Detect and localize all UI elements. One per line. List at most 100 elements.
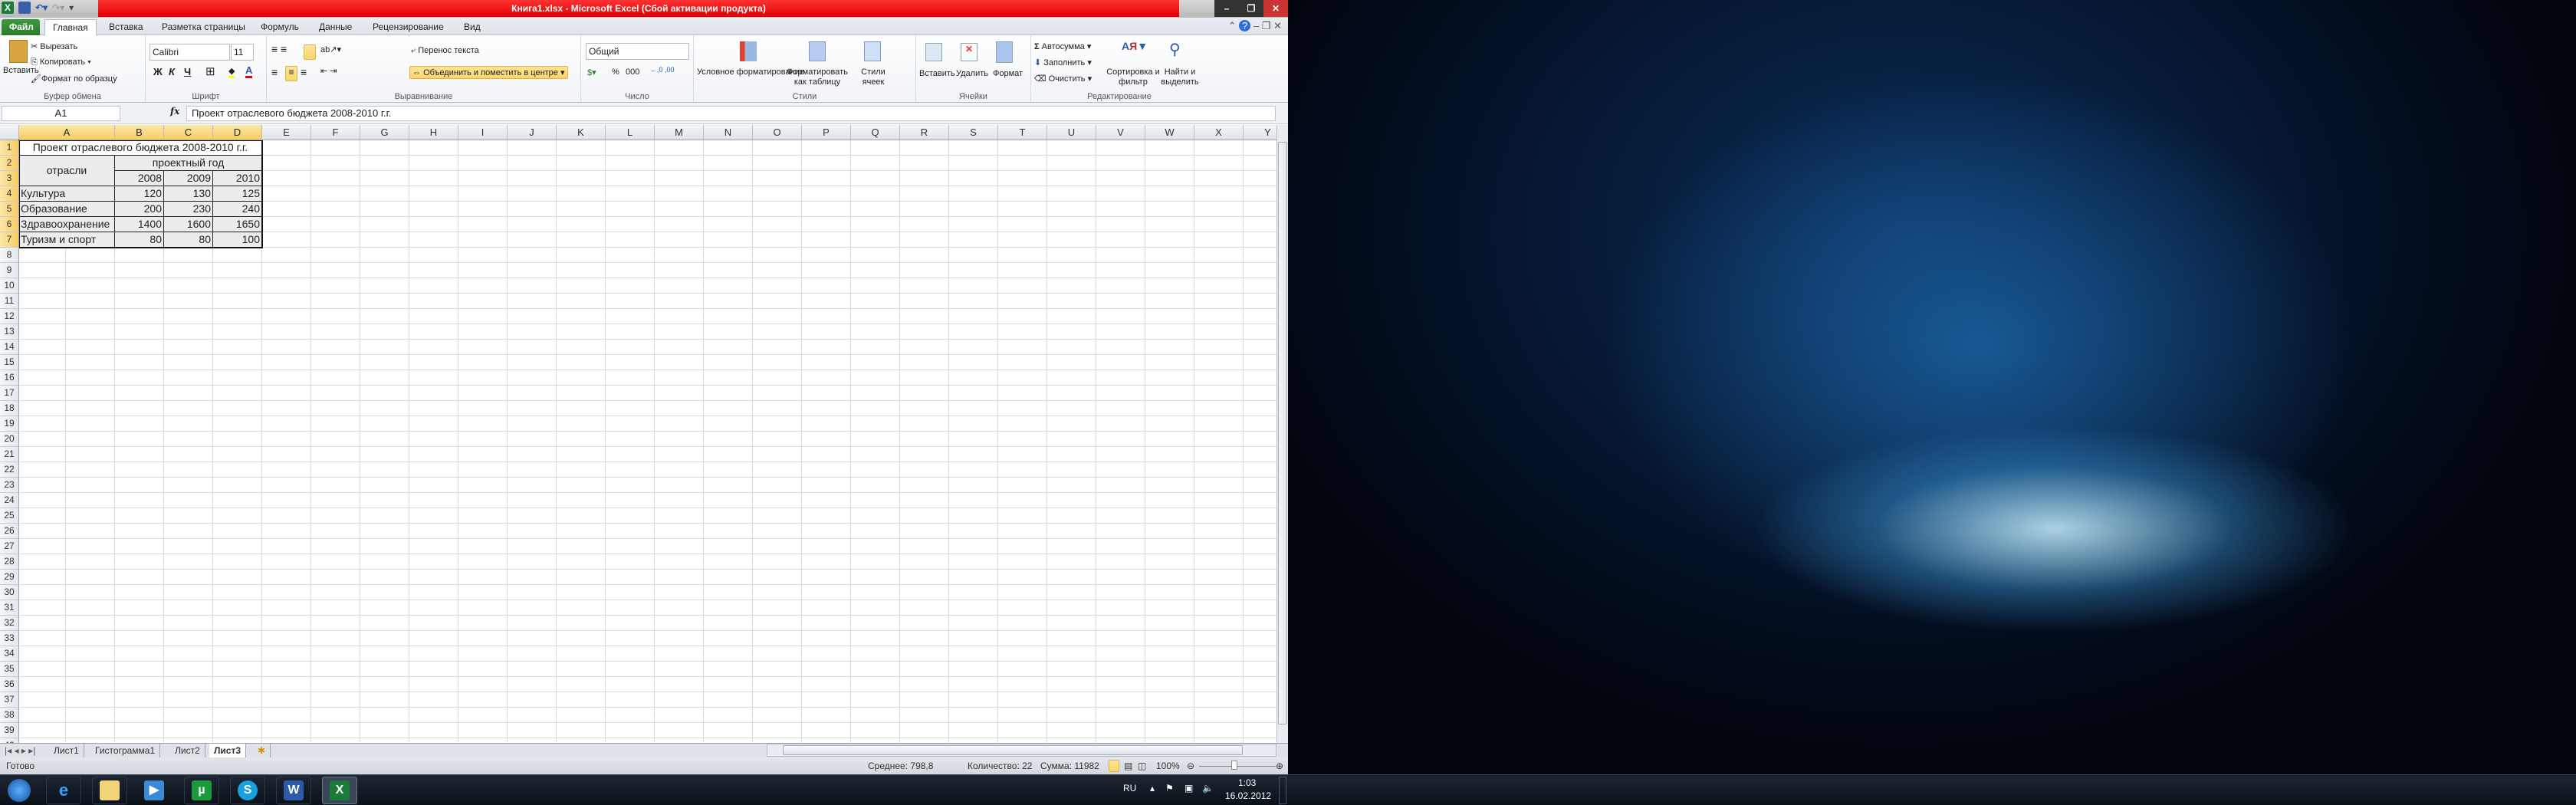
start-button[interactable]	[2, 777, 37, 804]
row-header-31[interactable]: 31	[0, 600, 19, 616]
font-size-select[interactable]: 11	[231, 44, 254, 61]
restore-button[interactable]: ❐	[1239, 0, 1263, 17]
value-cell[interactable]: 240	[213, 202, 262, 217]
column-header-q[interactable]: Q	[851, 125, 900, 140]
zoom-in-button[interactable]: ⊕	[1276, 757, 1283, 774]
column-header-f[interactable]: F	[311, 125, 360, 140]
column-header-r[interactable]: R	[900, 125, 949, 140]
row-header-32[interactable]: 32	[0, 616, 19, 631]
tab-page-layout[interactable]: Разметка страницы	[154, 19, 253, 35]
taskbar-explorer[interactable]	[92, 777, 127, 804]
row-header-13[interactable]: 13	[0, 324, 19, 340]
horizontal-scroll-thumb[interactable]	[783, 745, 1243, 755]
customize-qat-icon[interactable]: ▾	[69, 2, 74, 13]
row-header-4[interactable]: 4	[0, 186, 19, 202]
select-all-corner[interactable]	[0, 125, 19, 140]
year-cell[interactable]: 2008	[115, 171, 164, 186]
format-cells-button[interactable]: Формат	[993, 69, 1023, 78]
branch-name-cell[interactable]: Образование	[19, 202, 115, 217]
taskbar-media-player[interactable]: ▶	[136, 777, 172, 804]
tab-data[interactable]: Данные	[311, 19, 360, 35]
tab-view[interactable]: Вид	[456, 19, 488, 35]
font-color-icon[interactable]: A	[245, 64, 253, 78]
orientation-icon[interactable]: ab↗▾	[320, 44, 341, 54]
row-header-24[interactable]: 24	[0, 493, 19, 508]
show-hidden-icons[interactable]: ▴	[1150, 783, 1155, 794]
row-header-9[interactable]: 9	[0, 263, 19, 278]
row-header-21[interactable]: 21	[0, 447, 19, 462]
taskbar-word[interactable]: W	[276, 777, 311, 804]
percent-button[interactable]: %	[612, 67, 619, 77]
zoom-slider[interactable]	[1199, 766, 1276, 767]
row-header-15[interactable]: 15	[0, 355, 19, 370]
column-header-e[interactable]: E	[262, 125, 311, 140]
thousands-button[interactable]: 000	[626, 67, 639, 77]
taskbar-ie[interactable]: e	[46, 777, 81, 804]
page-layout-view-button[interactable]: ▤	[1124, 757, 1132, 774]
column-header-c[interactable]: C	[164, 125, 213, 140]
zoom-level[interactable]: 100%	[1156, 757, 1180, 774]
value-cell[interactable]: 130	[164, 186, 213, 202]
value-cell[interactable]: 125	[213, 186, 262, 202]
vertical-scroll-thumb[interactable]	[1278, 142, 1287, 724]
row-header-29[interactable]: 29	[0, 570, 19, 585]
row-header-17[interactable]: 17	[0, 386, 19, 401]
row-header-28[interactable]: 28	[0, 554, 19, 570]
row-header-6[interactable]: 6	[0, 217, 19, 232]
header-year-cell[interactable]: проектный год	[115, 156, 262, 171]
normal-view-button[interactable]	[1109, 760, 1119, 772]
value-cell[interactable]: 80	[115, 232, 164, 248]
horizontal-scrollbar[interactable]	[767, 744, 1276, 757]
row-header-11[interactable]: 11	[0, 294, 19, 309]
vertical-scrollbar[interactable]	[1276, 125, 1288, 743]
column-header-b[interactable]: B	[115, 125, 164, 140]
header-branch-cell[interactable]: отрасли	[19, 156, 115, 186]
sheet-tab-list3[interactable]: Лист3	[209, 744, 247, 757]
tab-home[interactable]: Главная	[44, 19, 97, 35]
formula-input[interactable]: Проект отраслевого бюджета 2008-2010 г.г…	[186, 106, 1276, 121]
zoom-out-button[interactable]: ⊖	[1187, 757, 1194, 774]
row-header-20[interactable]: 20	[0, 432, 19, 447]
clock-date[interactable]: 16.02.2012	[1225, 790, 1271, 801]
align-center-icon[interactable]: ≡	[285, 66, 297, 81]
name-box[interactable]: A1	[2, 106, 120, 121]
column-header-u[interactable]: U	[1047, 125, 1096, 140]
column-header-m[interactable]: M	[655, 125, 704, 140]
column-header-p[interactable]: P	[802, 125, 851, 140]
row-header-1[interactable]: 1	[0, 140, 19, 156]
column-header-j[interactable]: J	[508, 125, 557, 140]
row-header-23[interactable]: 23	[0, 478, 19, 493]
language-indicator[interactable]: RU	[1123, 783, 1136, 794]
sort-filter-button[interactable]: Сортировка и фильтр	[1106, 67, 1160, 87]
bold-button[interactable]: Ж	[153, 66, 163, 77]
row-header-14[interactable]: 14	[0, 340, 19, 355]
close-button[interactable]: ✕	[1263, 0, 1288, 17]
insert-function-icon[interactable]: fx	[170, 106, 179, 117]
taskbar-skype[interactable]: S	[230, 777, 265, 804]
format-painter-button[interactable]: 🖌Формат по образцу	[31, 74, 117, 84]
row-header-19[interactable]: 19	[0, 416, 19, 432]
taskbar-excel[interactable]: X	[322, 777, 357, 804]
table-title-cell[interactable]: Проект отраслевого бюджета 2008-2010 г.г…	[19, 140, 262, 156]
undo-icon[interactable]: ↶▾	[35, 2, 48, 13]
value-cell[interactable]: 80	[164, 232, 213, 248]
merge-center-button[interactable]: ⇔ Объединить и поместить в центре ▾	[409, 66, 568, 79]
insert-sheet-icon[interactable]: ✱	[253, 744, 271, 757]
fill-color-icon[interactable]: ◆	[228, 66, 235, 78]
value-cell[interactable]: 200	[115, 202, 164, 217]
autosum-button[interactable]: Σ Автосумма ▾	[1034, 41, 1091, 51]
row-header-16[interactable]: 16	[0, 370, 19, 386]
row-header-34[interactable]: 34	[0, 646, 19, 662]
save-icon[interactable]	[18, 2, 31, 14]
row-header-37[interactable]: 37	[0, 692, 19, 708]
value-cell[interactable]: 120	[115, 186, 164, 202]
row-header-25[interactable]: 25	[0, 508, 19, 524]
row-header-2[interactable]: 2	[0, 156, 19, 171]
tab-formulas[interactable]: Формуль	[253, 19, 307, 35]
underline-button[interactable]: Ч	[184, 66, 191, 77]
row-header-27[interactable]: 27	[0, 539, 19, 554]
font-name-select[interactable]: Calibri	[150, 44, 230, 61]
row-header-39[interactable]: 39	[0, 723, 19, 738]
column-header-l[interactable]: L	[606, 125, 655, 140]
row-header-35[interactable]: 35	[0, 662, 19, 677]
